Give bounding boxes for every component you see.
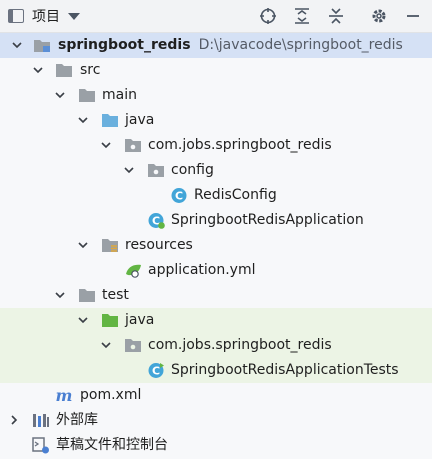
source-folder-icon xyxy=(102,114,118,127)
chevron-down-icon[interactable] xyxy=(33,65,43,75)
tree-row-test[interactable]: test xyxy=(0,283,432,308)
tree-row-main-package[interactable]: com.jobs.springboot_redis xyxy=(0,133,432,158)
folder-icon xyxy=(56,64,72,77)
collapse-all-icon[interactable] xyxy=(325,6,347,26)
project-toolbar: 项目 xyxy=(0,0,432,33)
tree-row-redisconfig[interactable]: C RedisConfig xyxy=(0,183,432,208)
folder-label: test xyxy=(102,287,129,303)
chevron-right-icon[interactable] xyxy=(9,415,19,425)
scratches-label: 草稿文件和控制台 xyxy=(56,437,168,453)
tree-row-config[interactable]: config xyxy=(0,158,432,183)
folder-label: main xyxy=(102,87,137,103)
file-label: application.yml xyxy=(148,262,256,278)
dropdown-caret-icon xyxy=(68,12,80,20)
root-module-name: springboot_redis xyxy=(58,37,191,53)
folder-label: java xyxy=(125,312,155,328)
folder-icon xyxy=(79,89,95,102)
chevron-down-icon[interactable] xyxy=(55,90,65,100)
tree-row-main[interactable]: main xyxy=(0,83,432,108)
crosshair-icon[interactable] xyxy=(257,6,279,26)
minimize-icon[interactable] xyxy=(402,6,424,26)
test-source-folder-icon xyxy=(102,314,118,327)
tree-row-test-package[interactable]: com.jobs.springboot_redis xyxy=(0,333,432,358)
package-label: com.jobs.springboot_redis xyxy=(148,137,332,153)
folder-label: resources xyxy=(125,237,193,253)
package-label: config xyxy=(171,162,214,178)
tree-row-external-libraries[interactable]: 外部库 xyxy=(0,408,432,433)
gear-icon[interactable] xyxy=(368,6,390,26)
tree-row-application-yml[interactable]: application.yml xyxy=(0,258,432,283)
chevron-down-icon[interactable] xyxy=(12,40,22,50)
file-label: pom.xml xyxy=(80,387,142,403)
tree-row-root[interactable]: springboot_redis D:\javacode\springboot_r… xyxy=(0,33,432,58)
class-icon: C xyxy=(171,188,187,203)
svg-text:C: C xyxy=(175,190,183,203)
class-label: SpringbootRedisApplication xyxy=(171,212,364,228)
chevron-down-icon[interactable] xyxy=(78,240,88,250)
project-view-title: 项目 xyxy=(32,9,60,25)
scratches-icon xyxy=(32,437,49,454)
chevron-down-icon[interactable] xyxy=(101,340,111,350)
svg-text:C: C xyxy=(152,365,160,378)
chevron-down-icon[interactable] xyxy=(101,140,111,150)
chevron-down-icon[interactable] xyxy=(55,290,65,300)
tree-row-pom[interactable]: m pom.xml xyxy=(0,383,432,408)
tree-row-application[interactable]: C SpringbootRedisApplication xyxy=(0,208,432,233)
class-label: SpringbootRedisApplicationTests xyxy=(171,362,399,378)
project-view-selector[interactable]: 项目 xyxy=(8,6,80,26)
project-icon xyxy=(8,9,24,23)
folder-label: src xyxy=(80,62,101,78)
expand-all-icon[interactable] xyxy=(291,6,313,26)
chevron-down-icon[interactable] xyxy=(124,165,134,175)
spring-boot-class-icon: C xyxy=(148,213,165,229)
root-module-path: D:\javacode\springboot_redis xyxy=(198,37,403,53)
svg-text:m: m xyxy=(56,387,73,404)
package-icon xyxy=(125,139,141,152)
chevron-down-icon[interactable] xyxy=(78,315,88,325)
tree-row-test-class[interactable]: C SpringbootRedisApplicationTests xyxy=(0,358,432,383)
yaml-config-icon xyxy=(126,264,141,278)
tree-row-main-java[interactable]: java xyxy=(0,108,432,133)
folder-icon xyxy=(79,289,95,302)
tree-row-resources[interactable]: resources xyxy=(0,233,432,258)
tree-row-scratches[interactable]: 草稿文件和控制台 xyxy=(0,433,432,458)
module-folder-icon xyxy=(34,40,50,52)
package-icon xyxy=(125,339,141,352)
tree-row-src[interactable]: src xyxy=(0,58,432,83)
tree-row-test-java[interactable]: java xyxy=(0,308,432,333)
library-icon xyxy=(33,414,49,427)
class-label: RedisConfig xyxy=(194,187,277,203)
maven-icon: m xyxy=(56,387,73,404)
package-icon xyxy=(148,164,164,177)
folder-label: java xyxy=(125,112,155,128)
external-libraries-label: 外部库 xyxy=(56,412,98,428)
chevron-down-icon[interactable] xyxy=(78,115,88,125)
resources-folder-icon xyxy=(102,239,118,252)
test-class-icon: C xyxy=(148,363,164,378)
package-label: com.jobs.springboot_redis xyxy=(148,337,332,353)
